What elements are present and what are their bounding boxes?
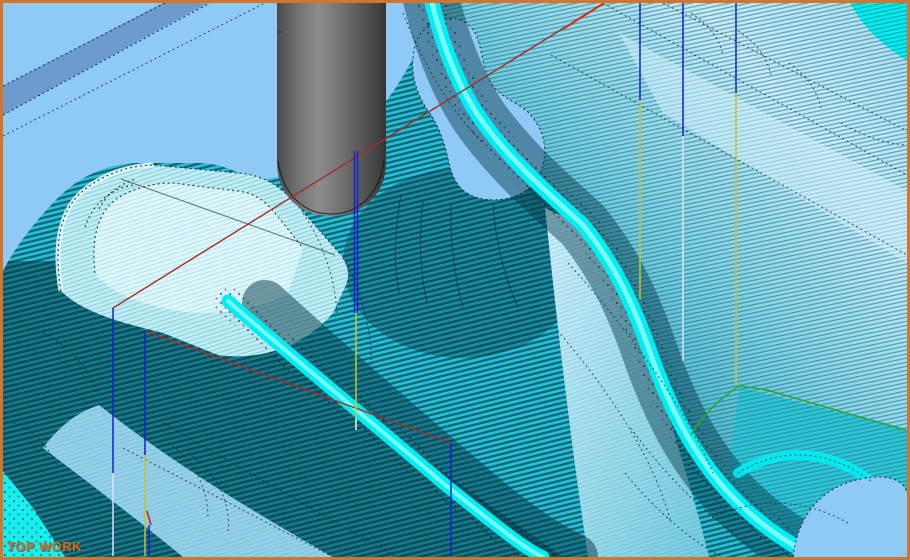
view-plane-label: TOP WORK: [7, 539, 82, 554]
cutting-tool: [277, 3, 386, 216]
tool-body: [277, 3, 386, 216]
cam-viewport-frame: TOP WORK: [0, 0, 910, 560]
viewport-3d-canvas[interactable]: [3, 3, 907, 557]
